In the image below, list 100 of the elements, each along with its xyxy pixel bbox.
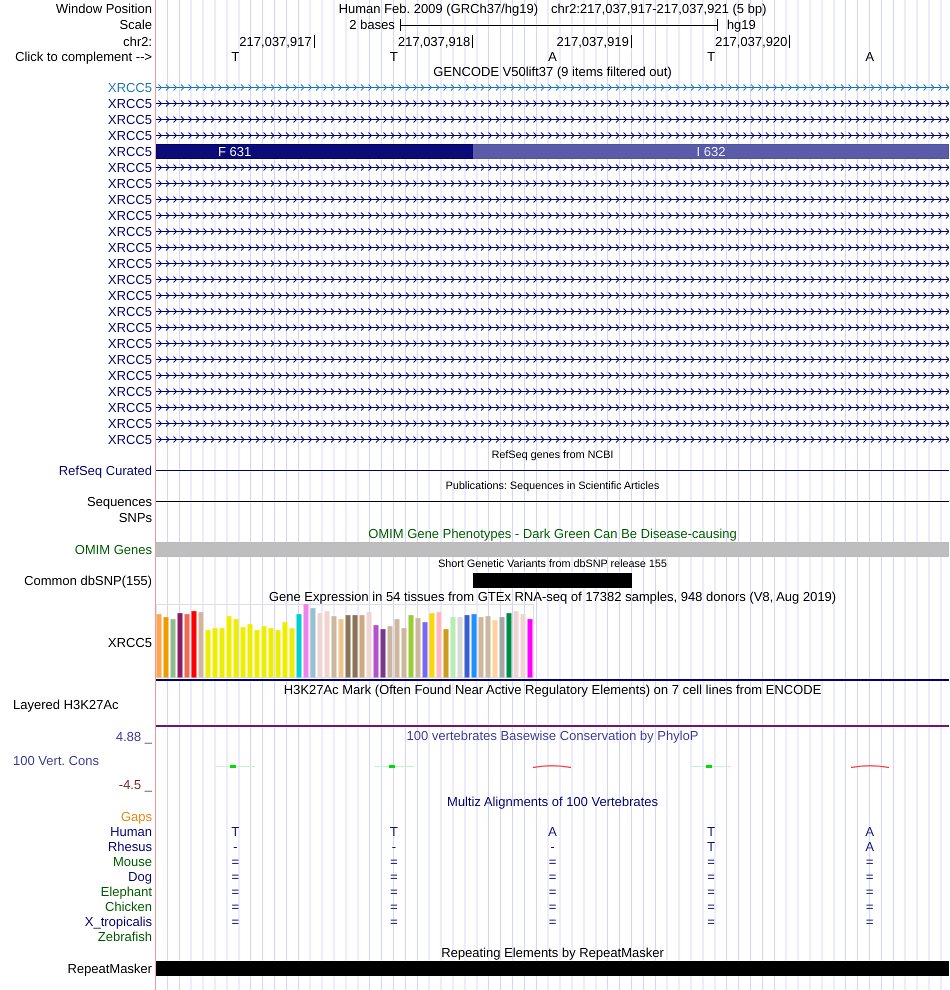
species-label[interactable]: Rhesus [108,840,152,853]
gene-label[interactable]: XRCC5 [108,160,152,174]
expression-bar[interactable] [450,617,456,678]
expression-bar[interactable] [282,622,288,678]
transcript-line[interactable] [156,420,949,426]
expression-bar[interactable] [520,614,526,678]
species-label[interactable]: Elephant [100,885,152,898]
gene-label[interactable]: XRCC5 [108,80,152,94]
expression-bar[interactable] [304,604,308,678]
expression-bar[interactable] [170,619,176,678]
expression-bar[interactable] [472,614,476,678]
expression-bar[interactable] [324,611,330,678]
expression-bar[interactable] [234,619,238,678]
expression-bar[interactable] [254,630,260,678]
feature-line[interactable] [156,501,949,502]
expression-bar[interactable] [444,629,448,678]
transcript-line[interactable] [156,244,949,250]
expression-bar[interactable] [478,617,484,678]
expression-bar[interactable] [346,615,350,678]
expression-bar[interactable] [528,619,532,678]
expression-bar[interactable] [156,614,162,678]
expression-bar[interactable] [192,611,196,678]
expression-bar[interactable] [464,615,470,678]
track-label[interactable]: OMIM Genes [74,542,152,556]
gene-label[interactable]: XRCC5 [108,368,152,382]
gene-label[interactable]: XRCC5 [108,416,152,430]
track-label[interactable]: Sequences [86,495,152,508]
expression-bar[interactable] [458,617,462,678]
expression-bar[interactable] [388,626,392,678]
expression-bar[interactable] [352,615,358,678]
transcript-line[interactable] [156,372,949,378]
gene-label[interactable]: XRCC5 [108,352,152,366]
gene-label[interactable]: XRCC5 [108,320,152,334]
expression-bar[interactable] [226,616,232,678]
transcript-line[interactable] [156,340,949,346]
gene-label[interactable]: XRCC5 [108,224,152,238]
species-label[interactable]: Mouse [112,855,152,868]
transcript-line[interactable] [156,260,949,266]
expression-bar[interactable] [408,615,414,678]
transcript-line[interactable] [156,196,949,202]
gene-label[interactable]: XRCC5 [108,384,152,398]
expression-bar[interactable] [332,616,336,678]
transcript-line[interactable] [156,164,949,170]
expression-bar[interactable] [506,613,512,678]
track-label[interactable]: SNPs [118,510,152,524]
transcript-line[interactable] [156,228,949,234]
gene-label[interactable]: XRCC5 [108,192,152,206]
expression-bar[interactable] [338,619,344,678]
transcript-line[interactable] [156,116,949,122]
species-label[interactable]: Human [110,825,152,838]
expression-bar[interactable] [436,612,442,678]
track-label[interactable]: RefSeq Curated [58,464,152,477]
complement-link[interactable]: Click to complement --> [15,50,152,63]
gene-label[interactable]: XRCC5 [108,240,152,254]
expression-bar[interactable] [310,608,316,678]
track-label[interactable]: RepeatMasker [67,962,152,974]
transcript-line[interactable] [156,132,949,138]
expression-bar[interactable] [206,630,210,678]
gene-label[interactable]: XRCC5 [108,176,152,190]
transcript-line[interactable] [156,180,949,186]
variant-bar[interactable] [473,572,632,588]
expression-bar[interactable] [430,613,434,678]
transcript-line[interactable] [156,276,949,282]
expression-bar[interactable] [380,629,386,678]
expression-bar[interactable] [276,630,280,678]
expression-bar[interactable] [366,612,372,678]
feature-line[interactable] [156,470,949,471]
gene-label[interactable]: XRCC5 [108,304,152,318]
transcript-line[interactable] [156,388,949,394]
expression-bar[interactable] [178,613,182,678]
transcript-line[interactable] [156,308,949,314]
expression-bar[interactable] [514,611,518,678]
gene-label[interactable]: XRCC5 [108,336,152,350]
expression-bar[interactable] [220,628,224,678]
gene-label[interactable]: XRCC5 [108,128,152,142]
expression-bar[interactable] [290,628,294,678]
species-label[interactable]: Chicken [105,900,152,913]
expression-bar[interactable] [164,617,168,678]
expression-bar[interactable] [240,627,246,678]
expression-bar[interactable] [486,616,490,678]
transcript-line[interactable] [156,292,949,298]
expression-bar[interactable] [416,618,420,678]
species-label[interactable]: Zebrafish [98,930,152,943]
expression-bar[interactable] [402,628,406,678]
gene-label[interactable]: XRCC5 [108,272,152,286]
expression-bar[interactable] [374,625,378,678]
track-label[interactable]: XRCC5 [108,636,152,649]
species-label[interactable]: X_tropicalis [84,915,152,928]
transcript-line[interactable] [156,404,949,410]
expression-bar[interactable] [296,614,302,678]
expression-bar[interactable] [212,628,218,678]
gene-label[interactable]: XRCC5 [108,400,152,414]
codon-block[interactable]: F 631 [156,144,473,159]
gene-label[interactable]: XRCC5 [108,112,152,126]
transcript-line[interactable] [156,100,949,106]
expression-bar[interactable] [500,617,504,678]
expression-bar[interactable] [248,624,252,678]
expression-bar[interactable] [198,612,204,678]
gene-label[interactable]: XRCC5 [108,288,152,302]
transcript-line[interactable] [156,436,949,442]
